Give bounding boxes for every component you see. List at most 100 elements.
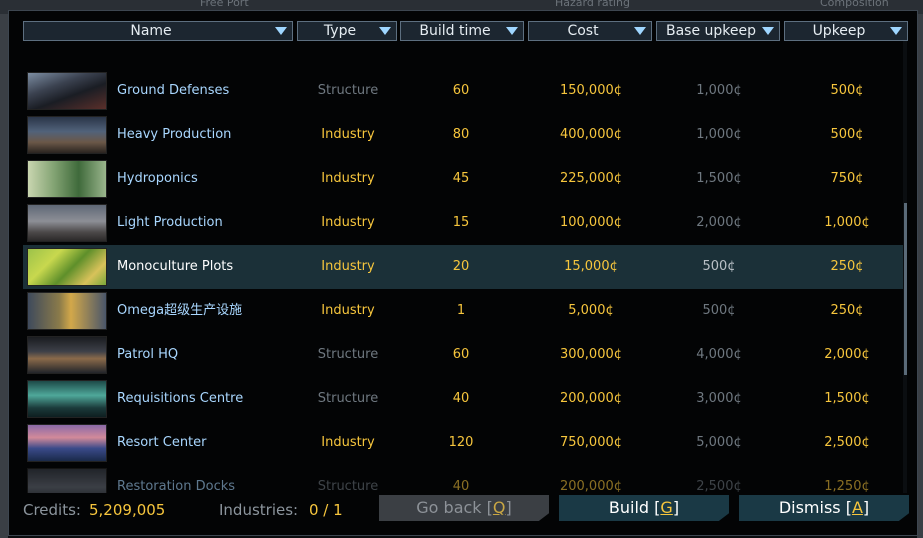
industry-list[interactable]: Ground Defenses Structure 60 150,000¢ 1,… — [23, 41, 903, 493]
button-label: Go back [ — [416, 498, 493, 517]
row-type: Structure — [317, 347, 379, 362]
column-header-build-time[interactable]: Build time — [400, 21, 524, 41]
go-back-button[interactable]: Go back [Q] — [379, 495, 549, 521]
table-row-selected[interactable]: Monoculture Plots Industry 20 15,000¢ 50… — [23, 245, 903, 289]
button-label: Build [ — [608, 498, 661, 517]
sort-arrow-icon — [634, 27, 646, 35]
row-build-time: 40 — [452, 479, 470, 493]
row-name: Hydroponics — [117, 171, 198, 186]
row-upkeep: 1,250¢ — [824, 479, 870, 493]
background-label-mid: Hazard rating — [555, 0, 630, 9]
row-base-upkeep: 5,000¢ — [696, 435, 742, 450]
row-build-time: 40 — [452, 391, 470, 406]
row-upkeep: 2,500¢ — [824, 435, 870, 450]
row-cost: 225,000¢ — [559, 171, 623, 186]
build-button[interactable]: Build [G] — [559, 495, 729, 521]
row-base-upkeep: 2,500¢ — [696, 479, 742, 493]
row-base-upkeep: 1,500¢ — [696, 171, 742, 186]
row-type: Industry — [321, 171, 375, 186]
background-left-edge — [0, 14, 8, 538]
column-header-name[interactable]: Name — [23, 21, 293, 41]
row-cost: 300,000¢ — [559, 347, 623, 362]
row-type: Structure — [317, 391, 379, 406]
table-row[interactable]: Hydroponics Industry 45 225,000¢ 1,500¢ … — [23, 157, 903, 201]
sort-arrow-icon — [275, 27, 287, 35]
row-base-upkeep: 1,000¢ — [696, 83, 742, 98]
row-upkeep: 1,500¢ — [824, 391, 870, 406]
row-base-upkeep: 500¢ — [702, 303, 736, 318]
button-label-end: ] — [505, 498, 512, 517]
credits-value: 5,209,005 — [89, 501, 166, 519]
table-row[interactable]: Ground Defenses Structure 60 150,000¢ 1,… — [23, 69, 903, 113]
button-label-end: ] — [672, 498, 680, 517]
row-cost: 200,000¢ — [559, 479, 623, 493]
sort-arrow-icon — [506, 27, 518, 35]
credits-label: Credits: — [23, 501, 81, 519]
sort-arrow-icon — [379, 27, 391, 35]
table-row[interactable]: Omega超级生产设施 Industry 1 5,000¢ 500¢ 250¢ — [23, 289, 903, 333]
column-header-label: Type — [323, 23, 357, 39]
industries-value: 0 / 1 — [309, 501, 343, 519]
industry-thumbnail — [27, 292, 107, 330]
column-header-type[interactable]: Type — [297, 21, 397, 41]
row-upkeep: 2,000¢ — [824, 347, 870, 362]
row-cost: 100,000¢ — [559, 215, 623, 230]
dismiss-button[interactable]: Dismiss [A] — [739, 495, 909, 521]
row-build-time: 60 — [452, 347, 470, 362]
row-base-upkeep: 2,000¢ — [696, 215, 742, 230]
background-label-left: Free Port — [200, 0, 249, 9]
row-cost: 5,000¢ — [568, 303, 614, 318]
column-header-base-upkeep[interactable]: Base upkeep — [656, 21, 780, 41]
row-type: Structure — [317, 83, 379, 98]
row-name: Restoration Docks — [117, 479, 236, 493]
row-upkeep: 250¢ — [830, 259, 864, 274]
row-build-time: 15 — [452, 215, 470, 230]
row-type: Industry — [321, 127, 375, 142]
industry-thumbnail — [27, 424, 107, 462]
row-name: Ground Defenses — [117, 83, 230, 98]
table-row[interactable]: Patrol HQ Structure 60 300,000¢ 4,000¢ 2… — [23, 333, 903, 377]
background-label-right: Composition — [820, 0, 889, 9]
row-cost: 15,000¢ — [564, 259, 618, 274]
dialog-footer: Credits: 5,209,005 Industries: 0 / 1 Go … — [23, 495, 909, 525]
industries-label: Industries: — [219, 501, 299, 519]
scrollbar-thumb[interactable] — [904, 203, 907, 375]
column-header-label: Name — [130, 23, 172, 39]
row-base-upkeep: 3,000¢ — [696, 391, 742, 406]
row-type: Industry — [321, 215, 375, 230]
row-type: Industry — [321, 435, 375, 450]
row-upkeep: 500¢ — [830, 83, 864, 98]
row-build-time: 20 — [452, 259, 470, 274]
column-header-upkeep[interactable]: Upkeep — [784, 21, 908, 41]
row-build-time: 60 — [452, 83, 470, 98]
industry-thumbnail — [27, 380, 107, 418]
row-name: Resort Center — [117, 435, 207, 450]
table-row[interactable]: Light Production Industry 15 100,000¢ 2,… — [23, 201, 903, 245]
row-base-upkeep: 1,000¢ — [696, 127, 742, 142]
row-type: Industry — [321, 259, 375, 274]
row-name: Heavy Production — [117, 127, 232, 142]
row-name: Patrol HQ — [117, 347, 179, 362]
sort-arrow-icon — [890, 27, 902, 35]
industry-build-dialog: Name Type Build time Cost Base upkeep Up… — [8, 10, 918, 536]
column-header-label: Build time — [419, 23, 491, 39]
row-build-time: 80 — [452, 127, 470, 142]
table-row[interactable]: Restoration Docks Structure 40 200,000¢ … — [23, 465, 903, 493]
row-build-time: 1 — [456, 303, 466, 318]
row-name: Omega超级生产设施 — [117, 303, 243, 318]
column-header-cost[interactable]: Cost — [528, 21, 652, 41]
row-upkeep: 250¢ — [830, 303, 864, 318]
button-label-end: ] — [862, 498, 870, 517]
table-row[interactable]: Heavy Production Industry 80 400,000¢ 1,… — [23, 113, 903, 157]
button-label: Dismiss [ — [778, 498, 852, 517]
industry-thumbnail — [27, 116, 107, 154]
row-build-time: 120 — [448, 435, 474, 450]
column-header-label: Base upkeep — [665, 23, 757, 39]
row-upkeep: 1,000¢ — [824, 215, 870, 230]
row-upkeep: 750¢ — [830, 171, 864, 186]
row-name: Light Production — [117, 215, 223, 230]
table-row[interactable]: Resort Center Industry 120 750,000¢ 5,00… — [23, 421, 903, 465]
industry-thumbnail — [27, 72, 107, 110]
table-row[interactable]: Requisitions Centre Structure 40 200,000… — [23, 377, 903, 421]
industry-thumbnail — [27, 248, 107, 286]
